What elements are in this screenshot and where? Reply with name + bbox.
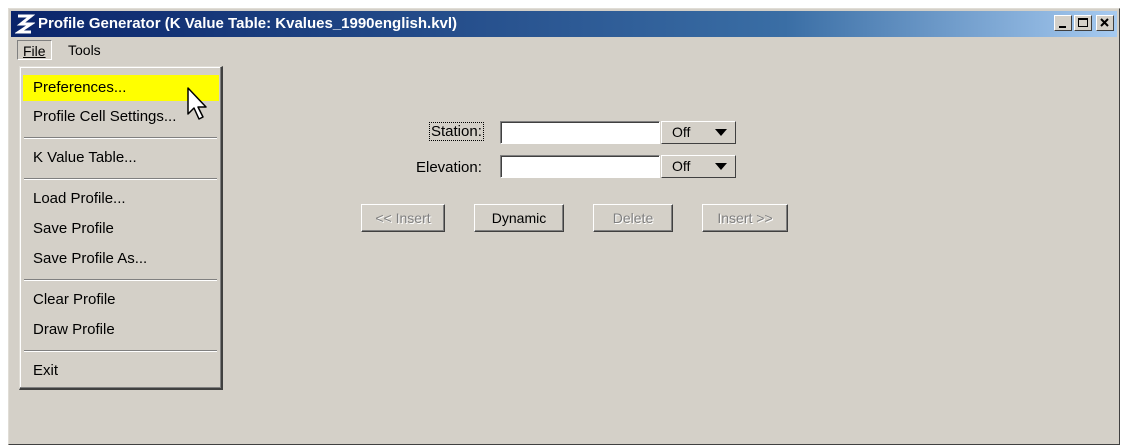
menu-item-k-value-table[interactable]: K Value Table... bbox=[23, 145, 219, 171]
menu-tools[interactable]: Tools bbox=[63, 40, 106, 60]
window-title: Profile Generator (K Value Table: Kvalue… bbox=[38, 15, 458, 32]
insert-before-button[interactable]: << Insert bbox=[361, 204, 445, 232]
maximize-button[interactable] bbox=[1074, 15, 1092, 31]
menu-separator bbox=[24, 350, 217, 352]
station-input[interactable] bbox=[500, 121, 660, 144]
menu-item-draw-profile[interactable]: Draw Profile bbox=[23, 317, 219, 343]
elevation-mode-select[interactable]: Off bbox=[661, 155, 736, 178]
menu-separator bbox=[24, 279, 217, 281]
elevation-input[interactable] bbox=[500, 155, 660, 178]
menu-separator bbox=[24, 137, 217, 139]
menu-item-clear-profile[interactable]: Clear Profile bbox=[23, 287, 219, 313]
menu-separator bbox=[24, 178, 217, 180]
title-bar[interactable]: Profile Generator (K Value Table: Kvalue… bbox=[11, 11, 1117, 37]
menu-item-save-profile[interactable]: Save Profile bbox=[23, 216, 219, 242]
app-icon bbox=[15, 14, 35, 34]
maximize-icon bbox=[1078, 18, 1088, 27]
menu-item-load-profile[interactable]: Load Profile... bbox=[23, 186, 219, 212]
chevron-down-icon bbox=[715, 163, 727, 170]
elevation-label: Elevation: bbox=[416, 159, 482, 176]
close-button[interactable] bbox=[1096, 15, 1114, 31]
chevron-down-icon bbox=[715, 129, 727, 136]
dynamic-button[interactable]: Dynamic bbox=[474, 204, 564, 232]
insert-after-button[interactable]: Insert >> bbox=[702, 204, 788, 232]
close-icon bbox=[1100, 18, 1109, 27]
menu-item-save-profile-as[interactable]: Save Profile As... bbox=[23, 246, 219, 272]
station-mode-select[interactable]: Off bbox=[661, 121, 736, 144]
delete-button[interactable]: Delete bbox=[593, 204, 673, 232]
menu-item-exit[interactable]: Exit bbox=[23, 358, 219, 384]
station-label: Station: bbox=[429, 122, 484, 141]
menu-bar: File Tools bbox=[11, 38, 1117, 62]
menu-file[interactable]: File bbox=[17, 40, 52, 60]
minimize-icon bbox=[1059, 26, 1066, 28]
mouse-pointer-icon bbox=[187, 87, 207, 120]
minimize-button[interactable] bbox=[1054, 15, 1072, 31]
caption-buttons bbox=[1052, 15, 1114, 33]
